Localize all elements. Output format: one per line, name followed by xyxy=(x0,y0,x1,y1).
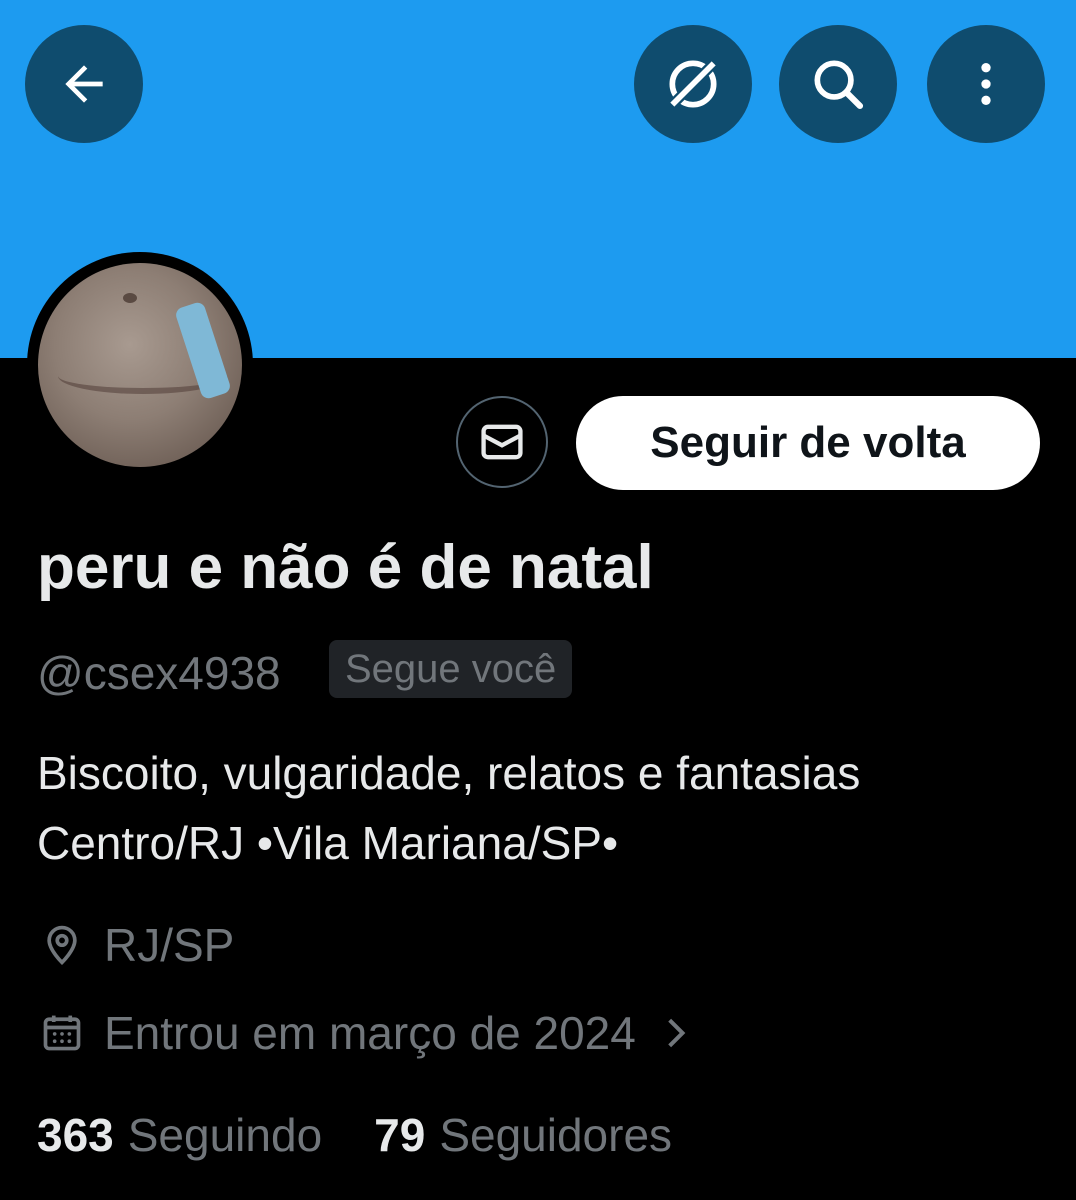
search-button[interactable] xyxy=(779,25,897,143)
follow-stats: 363 Seguindo 79 Seguidores xyxy=(37,1108,672,1162)
followers-label: Seguidores xyxy=(439,1109,673,1161)
followers-count: 79 xyxy=(374,1109,426,1161)
message-button[interactable] xyxy=(456,396,548,488)
followers-link[interactable]: 79 Seguidores xyxy=(374,1108,672,1162)
following-count: 363 xyxy=(37,1109,114,1161)
display-name: peru e não é de natal xyxy=(37,533,654,602)
arrow-left-icon xyxy=(65,65,103,103)
avatar-image xyxy=(38,263,242,467)
search-icon xyxy=(814,60,864,110)
user-handle: @csex4938 xyxy=(37,647,281,699)
joined-date-text: Entrou em março de 2024 xyxy=(104,1007,636,1059)
back-button[interactable] xyxy=(25,25,143,143)
bio-line: Biscoito, vulgaridade, relatos e fantasi… xyxy=(37,747,861,799)
following-link[interactable]: 363 Seguindo xyxy=(37,1108,322,1162)
chevron-right-icon xyxy=(668,1018,686,1048)
mail-icon xyxy=(481,424,523,460)
more-options-button[interactable] xyxy=(927,25,1045,143)
grok-icon xyxy=(666,57,720,111)
joined-date-row[interactable]: Entrou em março de 2024 xyxy=(40,1006,692,1060)
more-vertical-icon xyxy=(981,63,991,105)
location-pin-icon xyxy=(47,925,77,965)
location-row: RJ/SP xyxy=(40,918,234,972)
grok-button[interactable] xyxy=(634,25,752,143)
bio-line: Centro/RJ •Vila Mariana/SP• xyxy=(37,817,619,869)
avatar[interactable] xyxy=(27,252,253,478)
calendar-icon xyxy=(43,1015,81,1051)
following-label: Seguindo xyxy=(127,1109,323,1161)
follows-you-badge: Segue você xyxy=(329,640,573,698)
follow-back-button[interactable]: Seguir de volta xyxy=(576,396,1040,490)
location-text: RJ/SP xyxy=(104,919,235,971)
